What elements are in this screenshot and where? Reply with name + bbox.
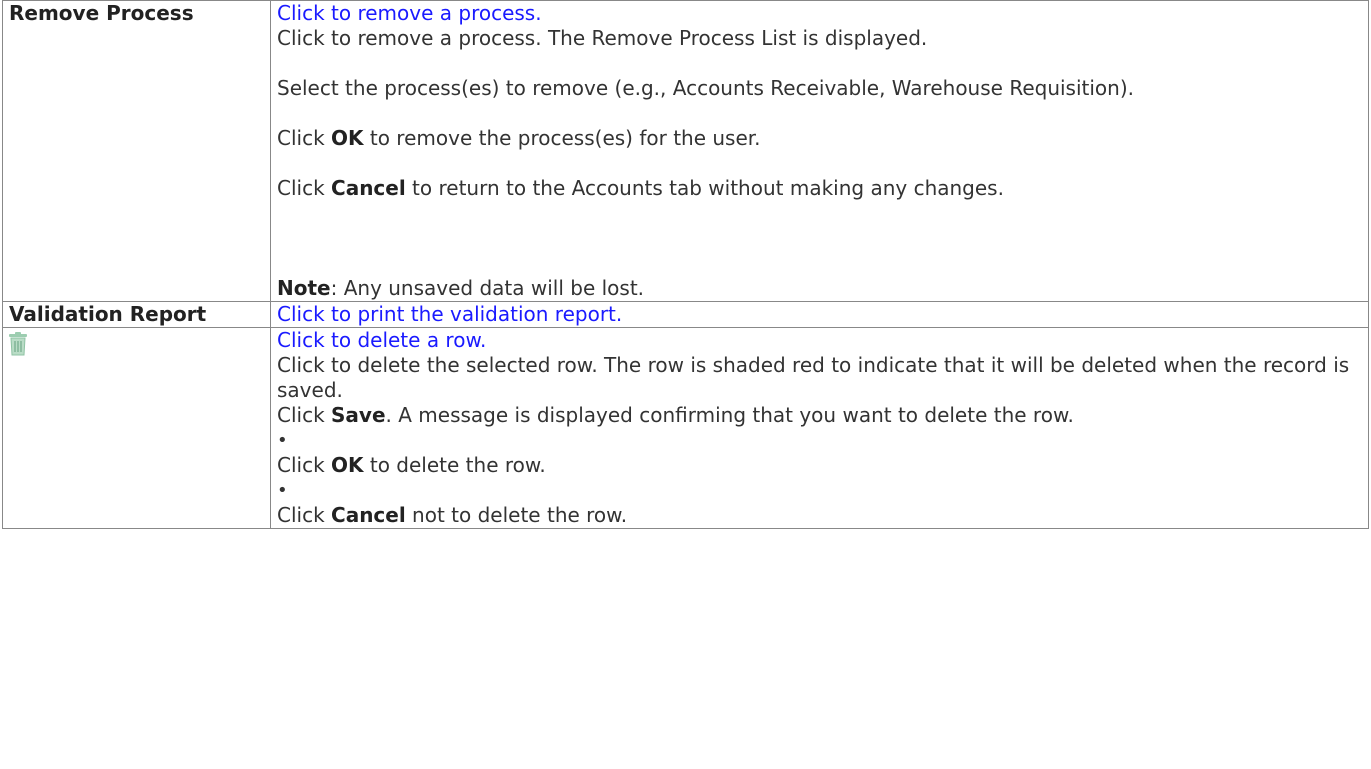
remove-process-line1: Click to remove a process. The Remove Pr… (277, 26, 928, 50)
desc-delete-row: Click to delete a row. Click to delete t… (270, 327, 1369, 529)
help-table: Remove Process Click to remove a process… (2, 0, 1369, 529)
page: Remove Process Click to remove a process… (0, 0, 1371, 769)
table-row-validation-report: Validation Report Click to print the val… (2, 301, 1369, 328)
ok-label-2: OK (331, 453, 364, 477)
delete-row-line3: Click OK to delete the row. (277, 453, 546, 477)
cancel-label: Cancel (331, 176, 406, 200)
validation-report-link[interactable]: Click to print the validation report. (277, 302, 1364, 327)
note-label: Note (277, 276, 331, 300)
desc-validation-report: Click to print the validation report. (270, 301, 1369, 328)
table-row-remove-process: Remove Process Click to remove a process… (2, 0, 1369, 302)
remove-process-line3: Click OK to remove the process(es) for t… (277, 126, 761, 150)
term-validation-report: Validation Report (2, 301, 271, 328)
trash-can-icon[interactable] (7, 331, 29, 363)
bullet-2: • (277, 480, 288, 501)
bullet-1: • (277, 430, 288, 451)
delete-row-line2: Click Save. A message is displayed confi… (277, 403, 1074, 427)
term-remove-process: Remove Process (2, 0, 271, 302)
term-delete-icon-cell (2, 327, 271, 529)
save-label: Save (331, 403, 386, 427)
remove-process-link[interactable]: Click to remove a process. (277, 1, 1364, 26)
cancel-label-2: Cancel (331, 503, 406, 527)
table-row-delete: Click to delete a row. Click to delete t… (2, 327, 1369, 529)
desc-remove-process: Click to remove a process. Click to remo… (270, 0, 1369, 302)
remove-process-line4: Click Cancel to return to the Accounts t… (277, 176, 1004, 200)
delete-row-link[interactable]: Click to delete a row. (277, 328, 1364, 353)
remove-process-note: Note: Any unsaved data will be lost. (277, 276, 645, 300)
remove-process-line2: Select the process(es) to remove (e.g., … (277, 76, 1134, 100)
delete-row-line1: Click to delete the selected row. The ro… (277, 353, 1350, 402)
delete-row-line4: Click Cancel not to delete the row. (277, 503, 628, 527)
ok-label: OK (331, 126, 364, 150)
